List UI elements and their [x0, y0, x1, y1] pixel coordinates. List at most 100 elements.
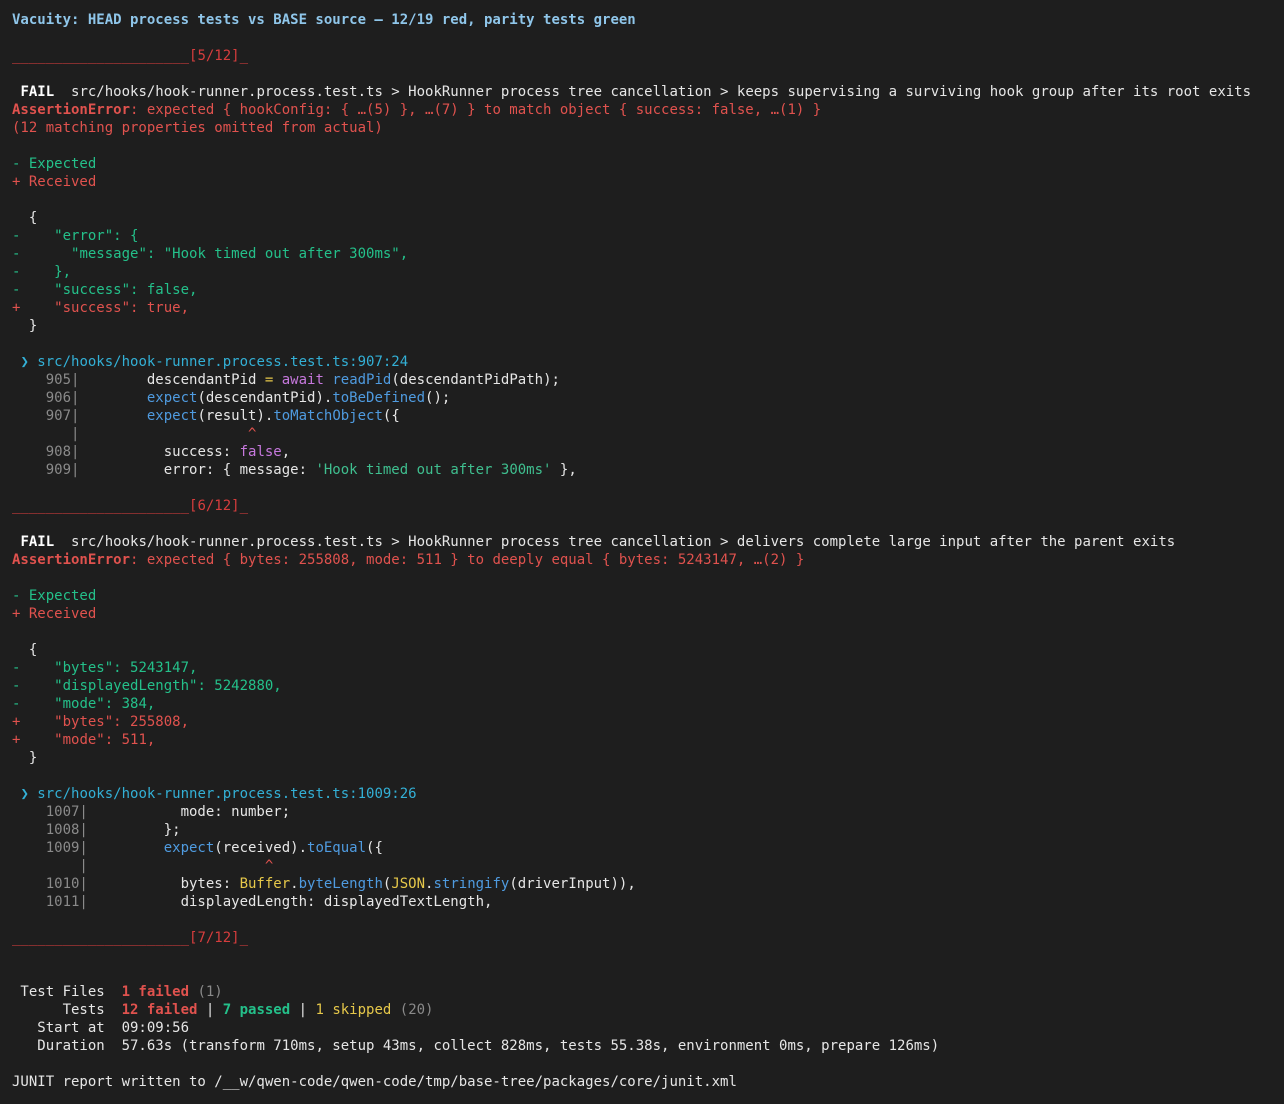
expected-legend: - Expected — [12, 156, 97, 172]
diff-open: { — [12, 642, 38, 658]
code-token: }; — [87, 822, 181, 838]
run-title: Vacuity: HEAD process tests vs BASE sour… — [12, 12, 636, 28]
code-line: 909| error: { message: 'Hook timed out a… — [12, 461, 577, 479]
line-number: 905| — [12, 372, 80, 388]
terminal-output: Vacuity: HEAD process tests vs BASE sour… — [0, 0, 1284, 1104]
summary-duration: Duration 57.63s (transform 710ms, setup … — [12, 1038, 940, 1054]
code-token: byteLength — [298, 876, 383, 892]
test-path: src/hooks/hook-runner.process.test.ts > … — [71, 84, 1252, 100]
diff-open: { — [12, 210, 38, 226]
code-line: 1007| mode: number; — [12, 803, 290, 821]
code-token: readPid — [332, 372, 392, 388]
fail-badge: FAIL — [20, 534, 55, 550]
source-location[interactable]: ❯ src/hooks/hook-runner.process.test.ts:… — [12, 785, 416, 803]
diff-text: "error": { — [20, 228, 139, 244]
line-number: 1011| — [12, 894, 88, 910]
failure-separator: _____________________[6/12]_ — [12, 498, 249, 514]
diff-close: } — [12, 318, 38, 334]
code-token: JSON — [391, 876, 426, 892]
diff-line-received: + "success": true, — [12, 299, 189, 317]
code-token: ({ — [382, 408, 400, 424]
code-token: (received). — [214, 840, 308, 856]
diff-text: "message": "Hook timed out after 300ms", — [20, 246, 409, 262]
code-token: 'Hook timed out after 300ms' — [315, 462, 552, 478]
code-token: (result). — [197, 408, 274, 424]
code-token: displayedLength: displayedTextLength, — [87, 894, 493, 910]
diff-line-expected: - "mode": 384, — [12, 695, 155, 713]
code-token: toMatchObject — [273, 408, 383, 424]
expected-legend: - Expected — [12, 588, 97, 604]
line-number: 1009| — [12, 840, 88, 856]
source-location[interactable]: ❯ src/hooks/hook-runner.process.test.ts:… — [12, 353, 408, 371]
assertion-error: AssertionError: expected { bytes: 255808… — [12, 552, 805, 568]
code-token: }, — [551, 462, 577, 478]
fail-header: FAIL src/hooks/hook-runner.process.test.… — [12, 533, 1175, 551]
code-token: , — [281, 444, 291, 460]
code-line: 1011| displayedLength: displayedTextLeng… — [12, 893, 493, 911]
test-path: src/hooks/hook-runner.process.test.ts > … — [71, 534, 1176, 550]
code-token: (); — [425, 390, 451, 406]
diff-line-received: + "mode": 511, — [12, 731, 155, 749]
summary-start: Start at 09:09:56 — [12, 1020, 190, 1036]
failure-counter: [6/12] — [189, 498, 240, 514]
code-token: expect — [163, 840, 215, 856]
diff-line-expected: - "displayedLength": 5242880, — [12, 677, 282, 695]
code-token: ^ — [248, 426, 257, 442]
received-legend: + Received — [12, 174, 97, 190]
fail-header: FAIL src/hooks/hook-runner.process.test.… — [12, 83, 1251, 101]
code-line: | ^ — [12, 425, 256, 443]
diff-text: }, — [20, 264, 72, 280]
code-token: stringify — [433, 876, 510, 892]
assertion-error: AssertionError: expected { hookConfig: {… — [12, 102, 822, 118]
code-token: (driverInput)), — [509, 876, 636, 892]
line-number: | — [12, 858, 88, 874]
code-token: toBeDefined — [332, 390, 426, 406]
diff-text: "bytes": 5243147, — [20, 660, 198, 676]
code-token: await — [281, 372, 324, 388]
code-line: 1010| bytes: Buffer.byteLength(JSON.stri… — [12, 875, 636, 893]
code-token: error: { message: — [79, 462, 316, 478]
junit-report-line: JUNIT report written to /__w/qwen-code/q… — [12, 1074, 737, 1090]
diff-line-expected: - "error": { — [12, 227, 138, 245]
diff-text: "mode": 384, — [20, 696, 156, 712]
diff-line-expected: - "success": false, — [12, 281, 197, 299]
line-number: 906| — [12, 390, 80, 406]
code-token: bytes: — [87, 876, 240, 892]
failure-separator: _____________________[5/12]_ — [12, 48, 249, 64]
received-legend: + Received — [12, 606, 97, 622]
diff-text: "success": true, — [20, 300, 190, 316]
code-line: 907| expect(result).toMatchObject({ — [12, 407, 400, 425]
line-number: 1008| — [12, 822, 88, 838]
code-token: expect — [146, 390, 198, 406]
summary-test-files: Test Files 1 failed (1) — [12, 984, 223, 1000]
diff-text: "mode": 511, — [20, 732, 156, 748]
diff-line-expected: - "bytes": 5243147, — [12, 659, 197, 677]
code-token: Buffer — [239, 876, 291, 892]
line-number: 1007| — [12, 804, 88, 820]
line-number: 1010| — [12, 876, 88, 892]
code-line: 905| descendantPid = await readPid(desce… — [12, 371, 560, 389]
diff-text: "success": false, — [20, 282, 198, 298]
code-token: toEqual — [307, 840, 367, 856]
code-token: . — [290, 876, 299, 892]
diff-close: } — [12, 750, 38, 766]
diff-line-received: + "bytes": 255808, — [12, 713, 189, 731]
code-token: success: — [79, 444, 240, 460]
diff-text: "displayedLength": 5242880, — [20, 678, 282, 694]
code-line: 908| success: false, — [12, 443, 290, 461]
summary-tests: Tests 12 failed | 7 passed | 1 skipped (… — [12, 1002, 434, 1018]
code-token: false — [239, 444, 282, 460]
code-line: 1008| }; — [12, 821, 181, 839]
diff-line-expected: - "message": "Hook timed out after 300ms… — [12, 245, 408, 263]
code-token: ^ — [264, 858, 274, 874]
error-note: (12 matching properties omitted from act… — [12, 120, 383, 136]
failure-counter: [7/12] — [189, 930, 240, 946]
line-number: 909| — [12, 462, 80, 478]
code-line: | ^ — [12, 857, 273, 875]
